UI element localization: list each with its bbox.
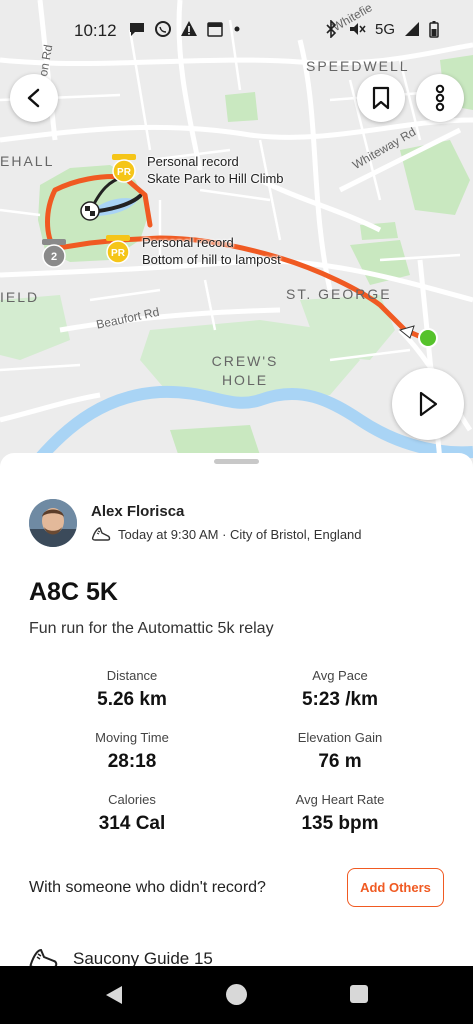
stat-label: Avg Pace bbox=[312, 668, 368, 683]
flyover-play-button[interactable] bbox=[392, 368, 464, 440]
status-time: 10:12 bbox=[74, 21, 117, 40]
system-icons: 5G bbox=[323, 20, 439, 38]
segment-2-title: Personal record bbox=[142, 235, 234, 250]
stat-elevation-gain: Elevation Gain 76 m bbox=[235, 730, 445, 773]
chevron-left-icon bbox=[27, 88, 40, 108]
activity-sheet[interactable]: Alex Florisca Today at 9:30 AM · City of… bbox=[0, 453, 473, 966]
gear-name: Saucony Guide 15 bbox=[73, 949, 213, 966]
stat-avg-heart-rate: Avg Heart Rate 135 bpm bbox=[235, 792, 445, 835]
calendar-icon bbox=[207, 22, 223, 37]
lap-number: 2 bbox=[51, 251, 57, 263]
pr-badge-text: PR bbox=[111, 248, 126, 259]
stat-value: 28:18 bbox=[107, 751, 157, 772]
segment-1-title: Personal record bbox=[147, 154, 239, 169]
pr-badge-text: PR bbox=[117, 167, 132, 178]
whatsapp-icon bbox=[155, 21, 171, 37]
shoe-icon bbox=[91, 527, 111, 541]
pr-marker-icon[interactable]: PR bbox=[110, 152, 138, 184]
stat-value: 314 Cal bbox=[98, 813, 166, 834]
back-button[interactable] bbox=[10, 74, 58, 122]
avatar-photo bbox=[29, 499, 77, 547]
segment-label-2[interactable]: Personal record Bottom of hill to lampos… bbox=[142, 234, 281, 268]
bluetooth-icon bbox=[326, 20, 337, 38]
status-bar: 10:12 5G bbox=[0, 0, 473, 60]
pr-marker-icon[interactable]: PR bbox=[104, 233, 132, 265]
nav-home-icon[interactable] bbox=[226, 984, 247, 1005]
segment-label-1[interactable]: Personal record Skate Park to Hill Climb bbox=[147, 153, 284, 187]
nav-recents-icon[interactable] bbox=[350, 985, 368, 1003]
stat-moving-time: Moving Time 28:18 bbox=[27, 730, 237, 773]
route-map[interactable]: SPEEDWELL ST. GEORGE CREW'S HOLE EHALL I… bbox=[0, 0, 473, 470]
message-icon bbox=[130, 23, 144, 36]
stat-label: Moving Time bbox=[95, 730, 169, 745]
stat-value: 135 bpm bbox=[301, 813, 379, 834]
with-someone-prompt: With someone who didn't record? bbox=[29, 879, 266, 896]
segment-1-name: Skate Park to Hill Climb bbox=[147, 171, 284, 186]
save-route-button[interactable] bbox=[357, 74, 405, 122]
activity-description: Fun run for the Automattic 5k relay bbox=[29, 620, 274, 637]
shoe-icon bbox=[29, 948, 58, 966]
bookmark-icon bbox=[372, 86, 390, 110]
activity-meta: Today at 9:30 AM · City of Bristol, Engl… bbox=[91, 525, 362, 543]
stat-avg-pace: Avg Pace 5:23 /km bbox=[235, 668, 445, 711]
segment-2-name: Bottom of hill to lampost bbox=[142, 252, 281, 267]
add-others-button[interactable]: Add Others bbox=[347, 868, 444, 907]
lap-marker-icon[interactable]: 2 bbox=[40, 237, 68, 269]
stat-distance: Distance 5.26 km bbox=[27, 668, 237, 711]
athlete-name[interactable]: Alex Florisca bbox=[91, 503, 184, 520]
stat-value: 5:23 /km bbox=[301, 689, 379, 710]
finish-flag-icon bbox=[80, 201, 100, 221]
stat-calories: Calories 314 Cal bbox=[27, 792, 237, 835]
stat-label: Elevation Gain bbox=[297, 730, 383, 745]
activity-title: A8C 5K bbox=[29, 578, 118, 606]
area-label-st-george: ST. GEORGE bbox=[286, 286, 392, 302]
avatar[interactable] bbox=[29, 499, 77, 547]
area-label-crews-hole: CREW'S HOLE bbox=[211, 353, 279, 388]
notification-icons bbox=[128, 20, 242, 38]
gear-row[interactable]: Saucony Guide 15 bbox=[29, 946, 213, 966]
stat-value: 76 m bbox=[318, 751, 362, 772]
network-type: 5G bbox=[374, 20, 395, 38]
stat-label: Calories bbox=[108, 792, 156, 807]
battery-icon bbox=[429, 21, 439, 38]
area-label-hall: EHALL bbox=[0, 153, 55, 169]
stat-label: Avg Heart Rate bbox=[295, 792, 385, 807]
mute-icon bbox=[349, 23, 366, 35]
direction-arrow-icon bbox=[398, 325, 415, 339]
more-vertical-icon bbox=[435, 84, 445, 112]
dot-icon bbox=[234, 26, 240, 32]
stat-label: Distance bbox=[106, 668, 158, 683]
nav-back-icon[interactable] bbox=[104, 984, 124, 1006]
alert-icon bbox=[181, 21, 197, 36]
area-label-field: IELD bbox=[0, 289, 40, 305]
more-options-button[interactable] bbox=[416, 74, 464, 122]
signal-icon bbox=[405, 22, 419, 36]
area-label-speedwell: SPEEDWELL bbox=[306, 58, 410, 74]
stat-value: 5.26 km bbox=[97, 689, 167, 710]
play-icon bbox=[419, 391, 438, 417]
system-nav-bar bbox=[0, 966, 473, 1024]
activity-date-location: Today at 9:30 AM · City of Bristol, Engl… bbox=[118, 526, 362, 542]
sheet-drag-handle[interactable] bbox=[214, 459, 259, 464]
